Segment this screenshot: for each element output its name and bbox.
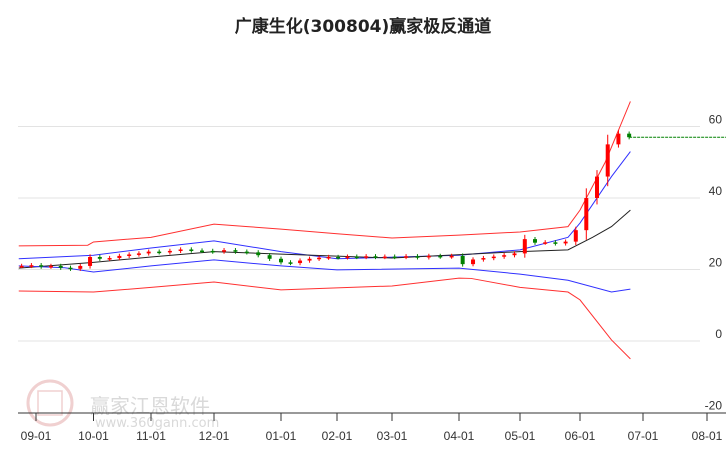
lower-outer-band [18, 277, 631, 360]
candle-body [481, 258, 486, 260]
candle-body [522, 239, 527, 254]
candle-body [627, 133, 632, 138]
candle-body [533, 239, 537, 243]
candle-body [373, 256, 378, 258]
candle-body [573, 230, 578, 242]
x-tick-label: 04-01 [444, 429, 475, 443]
candle-body [605, 144, 610, 177]
candle-body [563, 241, 568, 244]
x-tick-label: 11-01 [136, 429, 166, 443]
candle-body [267, 255, 272, 259]
candle-body [97, 256, 102, 259]
candle-body [502, 255, 507, 257]
candle-body [68, 267, 73, 270]
candle-body [345, 256, 350, 259]
candle-body [117, 255, 122, 259]
candle-body [39, 265, 44, 267]
candle-body [460, 255, 465, 265]
candle-body [616, 133, 621, 145]
candle-body [127, 254, 132, 256]
x-tick-label: 01-01 [266, 429, 297, 443]
y-tick-label: 20 [709, 256, 723, 270]
candle-body [88, 256, 93, 266]
watermark-seal-icon [26, 379, 74, 427]
candle-body [178, 249, 183, 251]
candle-body [438, 255, 443, 258]
candle-body [157, 251, 162, 254]
candle-body [553, 242, 558, 244]
candle-body [364, 256, 369, 258]
x-tick-label: 10-01 [78, 429, 109, 443]
candle-body [136, 253, 141, 255]
candle-body [354, 256, 359, 259]
x-tick-label: 08-01 [692, 429, 723, 443]
candle-body [19, 265, 24, 268]
x-tick-label: 07-01 [628, 429, 659, 443]
candle-body [233, 250, 238, 252]
candle-body [595, 176, 600, 198]
candle-body [471, 259, 476, 265]
candle-body [491, 256, 496, 259]
candle-body [415, 256, 420, 258]
candle-body [317, 257, 322, 260]
candle-body [404, 256, 409, 258]
candle-body [392, 256, 397, 259]
candle-body [279, 258, 283, 263]
x-tick-label: 12-01 [199, 429, 230, 443]
candle-body [78, 265, 83, 269]
candle-body [48, 265, 53, 268]
candle-body [244, 251, 249, 254]
x-tick-label: 02-01 [322, 429, 353, 443]
candle-body [107, 258, 112, 260]
candle-body [210, 250, 215, 253]
x-tick-label: 03-01 [377, 429, 408, 443]
candle-body [167, 250, 172, 253]
candle-body [382, 256, 387, 259]
y-tick-label: 40 [709, 184, 723, 198]
y-tick-label: -20 [705, 399, 723, 413]
chart-area: 60 40 20 0 -20 09-01 10-01 11-01 12-01 01-01 02-01… [18, 101, 726, 443]
upper-outer-band [18, 101, 631, 247]
candle-body [512, 253, 517, 256]
candle-body [543, 242, 548, 244]
y-tick-label: 60 [709, 113, 723, 127]
candle-body [29, 265, 34, 267]
x-tick-label: 06-01 [565, 429, 596, 443]
candle-body [336, 256, 341, 259]
watermark-seal-box [37, 390, 63, 416]
candle-body [426, 255, 431, 258]
candle-body [222, 250, 227, 252]
candle-body [449, 255, 454, 258]
candle-body [58, 265, 63, 268]
candle-body [200, 250, 205, 253]
candle-body [307, 258, 312, 261]
candle-body [146, 251, 151, 254]
candle-body [288, 262, 293, 264]
y-tick-label: 0 [715, 327, 722, 341]
x-tick-label: 09-01 [21, 429, 52, 443]
candle-body [256, 252, 261, 256]
lower-inner-band [18, 259, 631, 293]
candle-body [189, 249, 194, 251]
candle-body [326, 256, 331, 259]
candle-body [584, 198, 589, 231]
upper-inner-band [18, 151, 631, 260]
x-tick-label: 05-01 [505, 429, 536, 443]
candle-body [298, 260, 303, 264]
